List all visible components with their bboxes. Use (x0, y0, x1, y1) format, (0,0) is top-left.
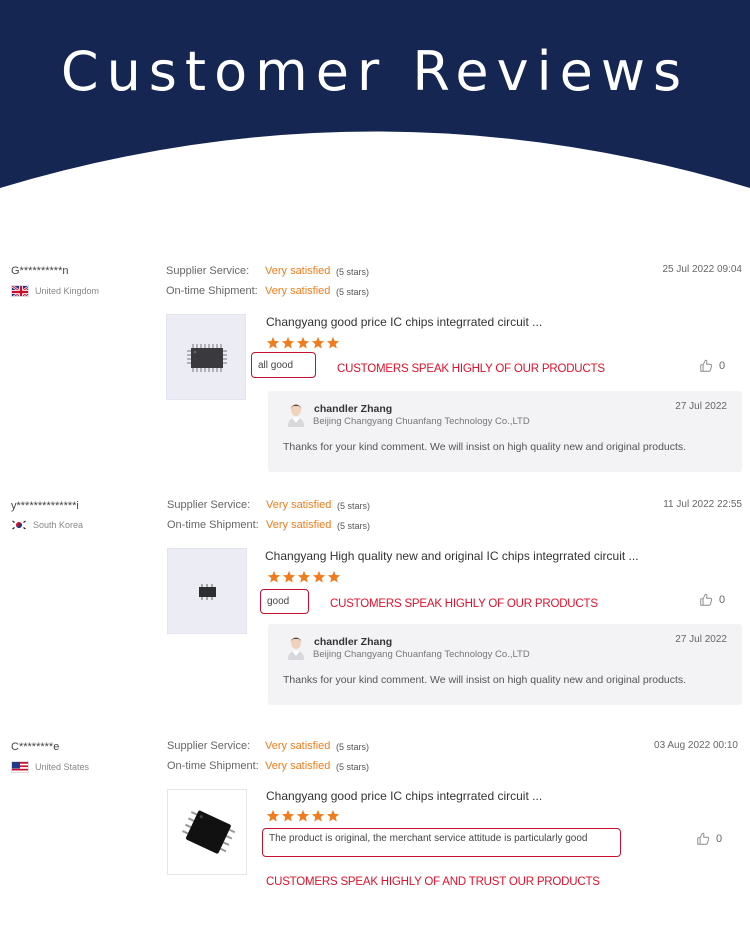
like-count: 0 (719, 360, 726, 372)
like-count: 0 (719, 594, 726, 606)
star-icon (311, 809, 325, 822)
korea-flag-icon (11, 519, 27, 531)
star-icon (327, 570, 341, 583)
shipment-label: On-time Shipment: (167, 760, 259, 772)
shipment-value: Very satisfied (265, 285, 331, 297)
uk-flag-icon (11, 285, 29, 297)
seller-company: Beijing Changyang Chuanfang Technology C… (313, 649, 530, 660)
star-icon (267, 570, 281, 583)
reviewer-name: C********e (11, 741, 60, 753)
shipment-stars: (5 stars) (337, 521, 371, 531)
us-flag-icon (11, 761, 29, 773)
reply-text: Thanks for your kind comment. We will in… (283, 674, 687, 686)
highlight-caption: CUSTOMERS SPEAK HIGHLY OF OUR PRODUCTS (330, 598, 598, 610)
like-button[interactable]: 0 (699, 359, 725, 373)
star-icon (326, 336, 340, 349)
thumbs-up-icon (697, 832, 710, 845)
like-button[interactable]: 0 (696, 832, 722, 846)
review-comment: The product is original, the merchant se… (262, 828, 621, 857)
reply-text: Thanks for your kind comment. We will in… (283, 441, 687, 453)
reviewer-name: y**************i (11, 500, 79, 512)
country-label: United Kingdom (35, 286, 100, 296)
review-comment: good (260, 589, 309, 614)
star-icon (266, 809, 280, 822)
product-title[interactable]: Changyang High quality new and original … (265, 549, 639, 563)
highlight-caption: CUSTOMERS SPEAK HIGHLY OF OUR PRODUCTS (337, 363, 605, 375)
star-icon (297, 570, 311, 583)
star-icon (266, 336, 280, 349)
page-title: Customer Reviews (60, 40, 690, 103)
product-thumbnail[interactable] (167, 548, 247, 634)
ic-chip-icon (187, 344, 227, 372)
shipment-stars: (5 stars) (336, 762, 370, 772)
review-item: G**********n United Kingdom Supplier Ser… (0, 262, 750, 477)
review-comment: all good (251, 352, 316, 378)
product-title[interactable]: Changyang good price IC chips integrrate… (266, 789, 542, 803)
supplier-service-label: Supplier Service: (167, 740, 251, 752)
review-date: 25 Jul 2022 09:04 (662, 264, 742, 275)
shipment-value: Very satisfied (265, 760, 331, 772)
seller-reply: chandler Zhang Beijing Changyang Chuanfa… (268, 391, 742, 472)
thumbs-up-icon (700, 359, 713, 372)
rating-stars (267, 570, 341, 584)
star-icon (296, 336, 310, 349)
supplier-service-stars: (5 stars) (337, 501, 371, 511)
like-count: 0 (716, 833, 723, 845)
seller-reply: chandler Zhang Beijing Changyang Chuanfa… (268, 624, 742, 705)
supplier-service-value: Very satisfied (265, 740, 331, 752)
product-title[interactable]: Changyang good price IC chips integrrate… (266, 315, 542, 329)
reviewer-country: United Kingdom (11, 285, 99, 297)
product-thumbnail[interactable] (167, 789, 247, 875)
page: Customer Reviews G**********n United Kin… (0, 0, 750, 932)
ic-chip-icon (182, 810, 236, 854)
star-icon (282, 570, 296, 583)
star-icon (311, 336, 325, 349)
review-date: 03 Aug 2022 00:10 (654, 740, 738, 751)
seller-name: chandler Zhang (314, 636, 393, 648)
thumbs-up-icon (700, 593, 713, 606)
reviewer-country: United States (11, 761, 89, 773)
like-button[interactable]: 0 (699, 593, 725, 607)
shipment-label: On-time Shipment: (167, 519, 259, 531)
ic-chip-icon (199, 584, 216, 600)
star-icon (281, 809, 295, 822)
seller-avatar (288, 637, 304, 660)
product-thumbnail[interactable] (166, 314, 246, 400)
supplier-service-value: Very satisfied (265, 265, 331, 277)
seller-company: Beijing Changyang Chuanfang Technology C… (313, 416, 530, 427)
review-date: 11 Jul 2022 22:55 (663, 499, 742, 510)
review-item: y**************i South Korea Supplier Se… (0, 497, 750, 712)
supplier-service-value: Very satisfied (266, 499, 332, 511)
seller-avatar (288, 404, 304, 427)
supplier-service-label: Supplier Service: (167, 499, 251, 511)
supplier-service-stars: (5 stars) (336, 267, 370, 277)
country-label: United States (35, 762, 90, 772)
shipment-value: Very satisfied (266, 519, 332, 531)
supplier-service-stars: (5 stars) (336, 742, 370, 752)
rating-stars (266, 336, 340, 350)
reply-date: 27 Jul 2022 (675, 634, 727, 645)
shipment-stars: (5 stars) (336, 287, 370, 297)
reviewer-name: G**********n (11, 265, 69, 277)
rating-stars (266, 809, 340, 823)
star-icon (326, 809, 340, 822)
shipment-label: On-time Shipment: (166, 285, 258, 297)
seller-name: chandler Zhang (314, 403, 393, 415)
supplier-service-label: Supplier Service: (166, 265, 250, 277)
country-label: South Korea (33, 520, 84, 530)
reviewer-country: South Korea (11, 519, 83, 531)
review-item: C********e United States Supplier Servic… (0, 738, 750, 898)
star-icon (281, 336, 295, 349)
reply-date: 27 Jul 2022 (675, 401, 727, 412)
star-icon (312, 570, 326, 583)
highlight-caption: CUSTOMERS SPEAK HIGHLY OF AND TRUST OUR … (266, 876, 600, 888)
star-icon (296, 809, 310, 822)
